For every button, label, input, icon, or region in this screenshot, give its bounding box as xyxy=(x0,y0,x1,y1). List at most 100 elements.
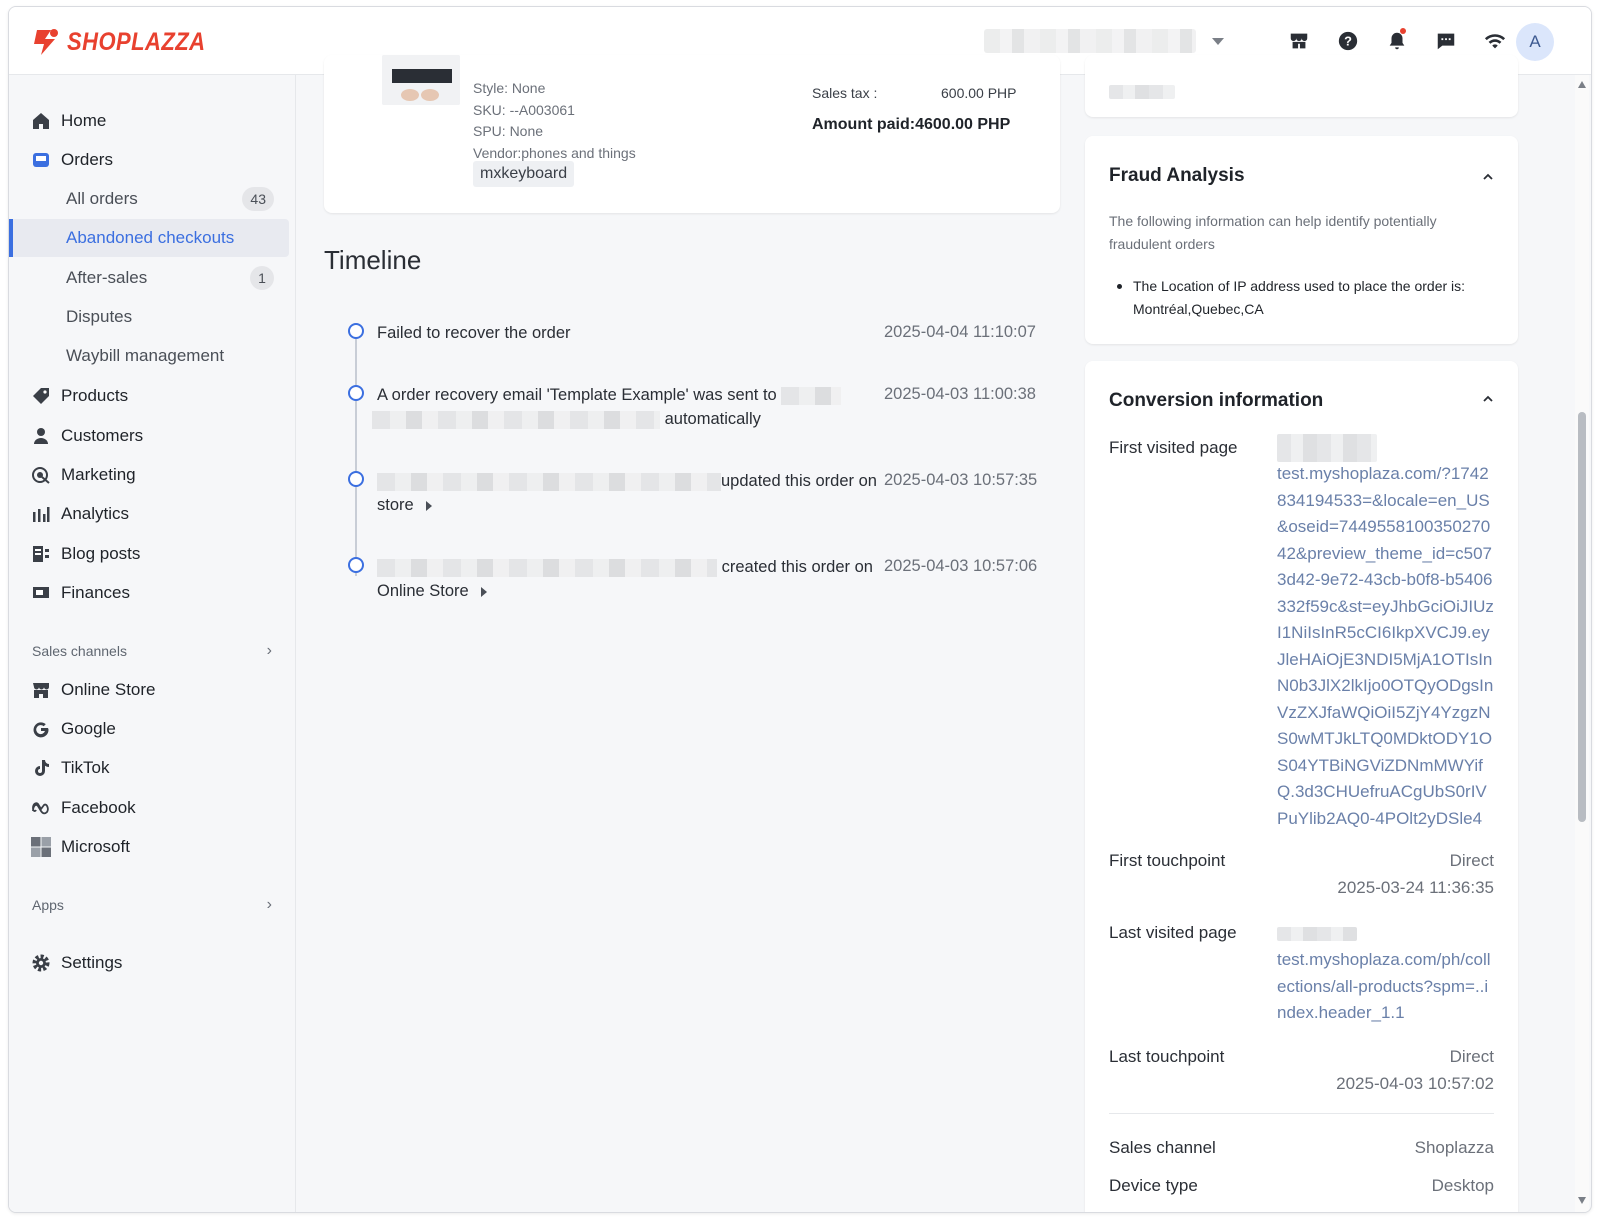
sales-channel-label: Sales channel xyxy=(1109,1138,1216,1157)
sidebar-item-abandoned-checkouts[interactable]: Abandoned checkouts xyxy=(9,219,289,257)
sidebar-item-label: Google xyxy=(61,719,116,738)
sidebar-item-products[interactable]: Products xyxy=(9,377,289,415)
chevron-up-icon[interactable] xyxy=(1482,171,1494,183)
microsoft-icon xyxy=(30,836,52,858)
sidebar-item-google[interactable]: Google xyxy=(9,710,289,748)
timeline-event[interactable]: created this order on Online Store xyxy=(377,555,887,603)
first-touchpoint-value: Direct xyxy=(1449,851,1494,870)
last-touchpoint-time: 2025-04-03 10:57:02 xyxy=(1336,1074,1494,1093)
store-switcher[interactable] xyxy=(984,27,1224,55)
conversion-information-card: Conversion information First visited pag… xyxy=(1085,361,1518,1212)
person-icon xyxy=(30,425,52,447)
device-type-value: Desktop xyxy=(1431,1176,1494,1195)
first-visited-url[interactable]: test.myshoplaza.com/?1742834194533=&loca… xyxy=(1277,461,1497,832)
sidebar-item-blog-posts[interactable]: Blog posts xyxy=(9,535,289,573)
timeline-line xyxy=(355,331,357,576)
first-visited-label: First visited page xyxy=(1109,438,1238,457)
product-tag: mxkeyboard xyxy=(473,161,575,187)
sidebar-item-label: Abandoned checkouts xyxy=(66,228,235,247)
redacted-page-title xyxy=(1277,927,1357,941)
sales-tax-label: Sales tax : xyxy=(812,85,878,101)
fraud-ip-location: The Location of IP address used to place… xyxy=(1117,275,1503,321)
bell-icon[interactable] xyxy=(1372,25,1421,57)
timeline-event-text-suffix: automatically xyxy=(664,410,761,428)
gear-icon xyxy=(30,952,52,974)
expand-arrow-icon[interactable] xyxy=(425,500,432,511)
sidebar-item-finances[interactable]: Finances xyxy=(9,574,289,612)
count-badge: 1 xyxy=(250,266,274,290)
timeline-event-text: Failed to recover the order xyxy=(377,324,571,342)
sales-channels-section[interactable]: Sales channels › xyxy=(32,642,272,660)
timeline-dot xyxy=(348,385,364,401)
avatar[interactable]: A xyxy=(1516,23,1554,61)
sidebar-item-label: Customers xyxy=(61,426,144,445)
divider xyxy=(1109,1113,1494,1114)
timeline-title: Timeline xyxy=(324,245,422,275)
svg-text:?: ? xyxy=(1344,34,1352,49)
sidebar-item-after-sales[interactable]: After-sales 1 xyxy=(9,259,289,297)
sidebar-item-marketing[interactable]: Marketing xyxy=(9,456,289,494)
sidebar-item-online-store[interactable]: Online Store xyxy=(9,671,289,709)
chevron-right-icon: › xyxy=(266,896,272,913)
sidebar-item-label: Finances xyxy=(61,583,130,602)
redacted-user xyxy=(377,472,721,491)
sidebar-item-label: After-sales xyxy=(66,268,148,287)
brand-name: SHOPLAZZA xyxy=(67,27,206,56)
sidebar-item-label: Blog posts xyxy=(61,544,141,563)
shoplazza-logo[interactable]: SHOPLAZZA xyxy=(31,27,224,57)
scrollbar-thumb[interactable] xyxy=(1578,412,1586,822)
sidebar-item-disputes[interactable]: Disputes xyxy=(9,298,289,336)
scroll-down-arrow-icon[interactable] xyxy=(1578,1197,1586,1204)
wallet-icon xyxy=(30,582,52,604)
redacted-email xyxy=(372,410,660,429)
count-badge: 43 xyxy=(242,187,274,211)
timeline-dot xyxy=(348,323,364,339)
redacted-page-title xyxy=(1277,434,1377,462)
sidebar-item-microsoft[interactable]: Microsoft xyxy=(9,828,289,866)
expand-arrow-icon[interactable] xyxy=(480,586,487,597)
sidebar-item-settings[interactable]: Settings xyxy=(9,944,289,982)
scroll-up-arrow-icon[interactable] xyxy=(1578,81,1586,88)
sidebar-item-all-orders[interactable]: All orders 43 xyxy=(9,180,289,218)
redacted-email xyxy=(781,386,842,405)
product-style: Style: None xyxy=(473,80,546,96)
store-icon xyxy=(30,679,52,701)
product-spu: SPU: None xyxy=(473,123,544,139)
last-visited-url[interactable]: test.myshoplaza.com/ph/collections/all-p… xyxy=(1277,947,1497,1027)
chevron-right-icon: › xyxy=(266,642,272,659)
help-icon[interactable]: ? xyxy=(1323,25,1372,57)
product-thumbnail[interactable] xyxy=(382,55,460,105)
product-card: Style: None SKU: --A003061 SPU: None Ven… xyxy=(324,55,1060,213)
section-label: Apps xyxy=(32,897,64,913)
sidebar-item-home[interactable]: Home xyxy=(9,102,289,140)
sidebar-item-facebook[interactable]: Facebook xyxy=(9,789,289,827)
sidebar-item-analytics[interactable]: Analytics xyxy=(9,495,289,533)
wifi-icon[interactable] xyxy=(1470,25,1519,57)
sidebar: Home Orders All orders 43 Abandoned chec… xyxy=(9,75,296,1212)
sidebar-item-label: Home xyxy=(61,111,107,130)
last-touchpoint-label: Last touchpoint xyxy=(1109,1047,1225,1066)
meta-icon xyxy=(30,797,52,819)
store-icon[interactable] xyxy=(1274,25,1323,57)
timeline-event-text: created this order on xyxy=(721,558,873,576)
tag-icon xyxy=(30,385,52,407)
sidebar-item-customers[interactable]: Customers xyxy=(9,417,289,455)
conversion-title: Conversion information xyxy=(1109,390,1324,411)
apps-section[interactable]: Apps › xyxy=(32,896,272,914)
sidebar-item-label: Disputes xyxy=(66,307,133,326)
section-label: Sales channels xyxy=(32,643,127,659)
shoplazza-logo-icon xyxy=(34,29,58,55)
bar-chart-icon xyxy=(30,503,52,525)
chevron-up-icon[interactable] xyxy=(1482,393,1494,405)
redacted-user xyxy=(377,558,717,577)
sidebar-item-tiktok[interactable]: TikTok xyxy=(9,749,289,787)
timeline-event-time: 2025-04-03 10:57:35 xyxy=(884,471,1038,489)
fraud-analysis-title: Fraud Analysis xyxy=(1109,165,1245,186)
message-icon[interactable] xyxy=(1421,25,1470,57)
sidebar-item-waybill[interactable]: Waybill management xyxy=(9,337,289,375)
sidebar-item-label: Analytics xyxy=(61,504,130,523)
timeline-event[interactable]: updated this order on store xyxy=(377,469,887,517)
home-icon xyxy=(30,110,52,132)
sidebar-item-label: Settings xyxy=(61,953,123,972)
sidebar-item-orders[interactable]: Orders xyxy=(9,141,289,179)
